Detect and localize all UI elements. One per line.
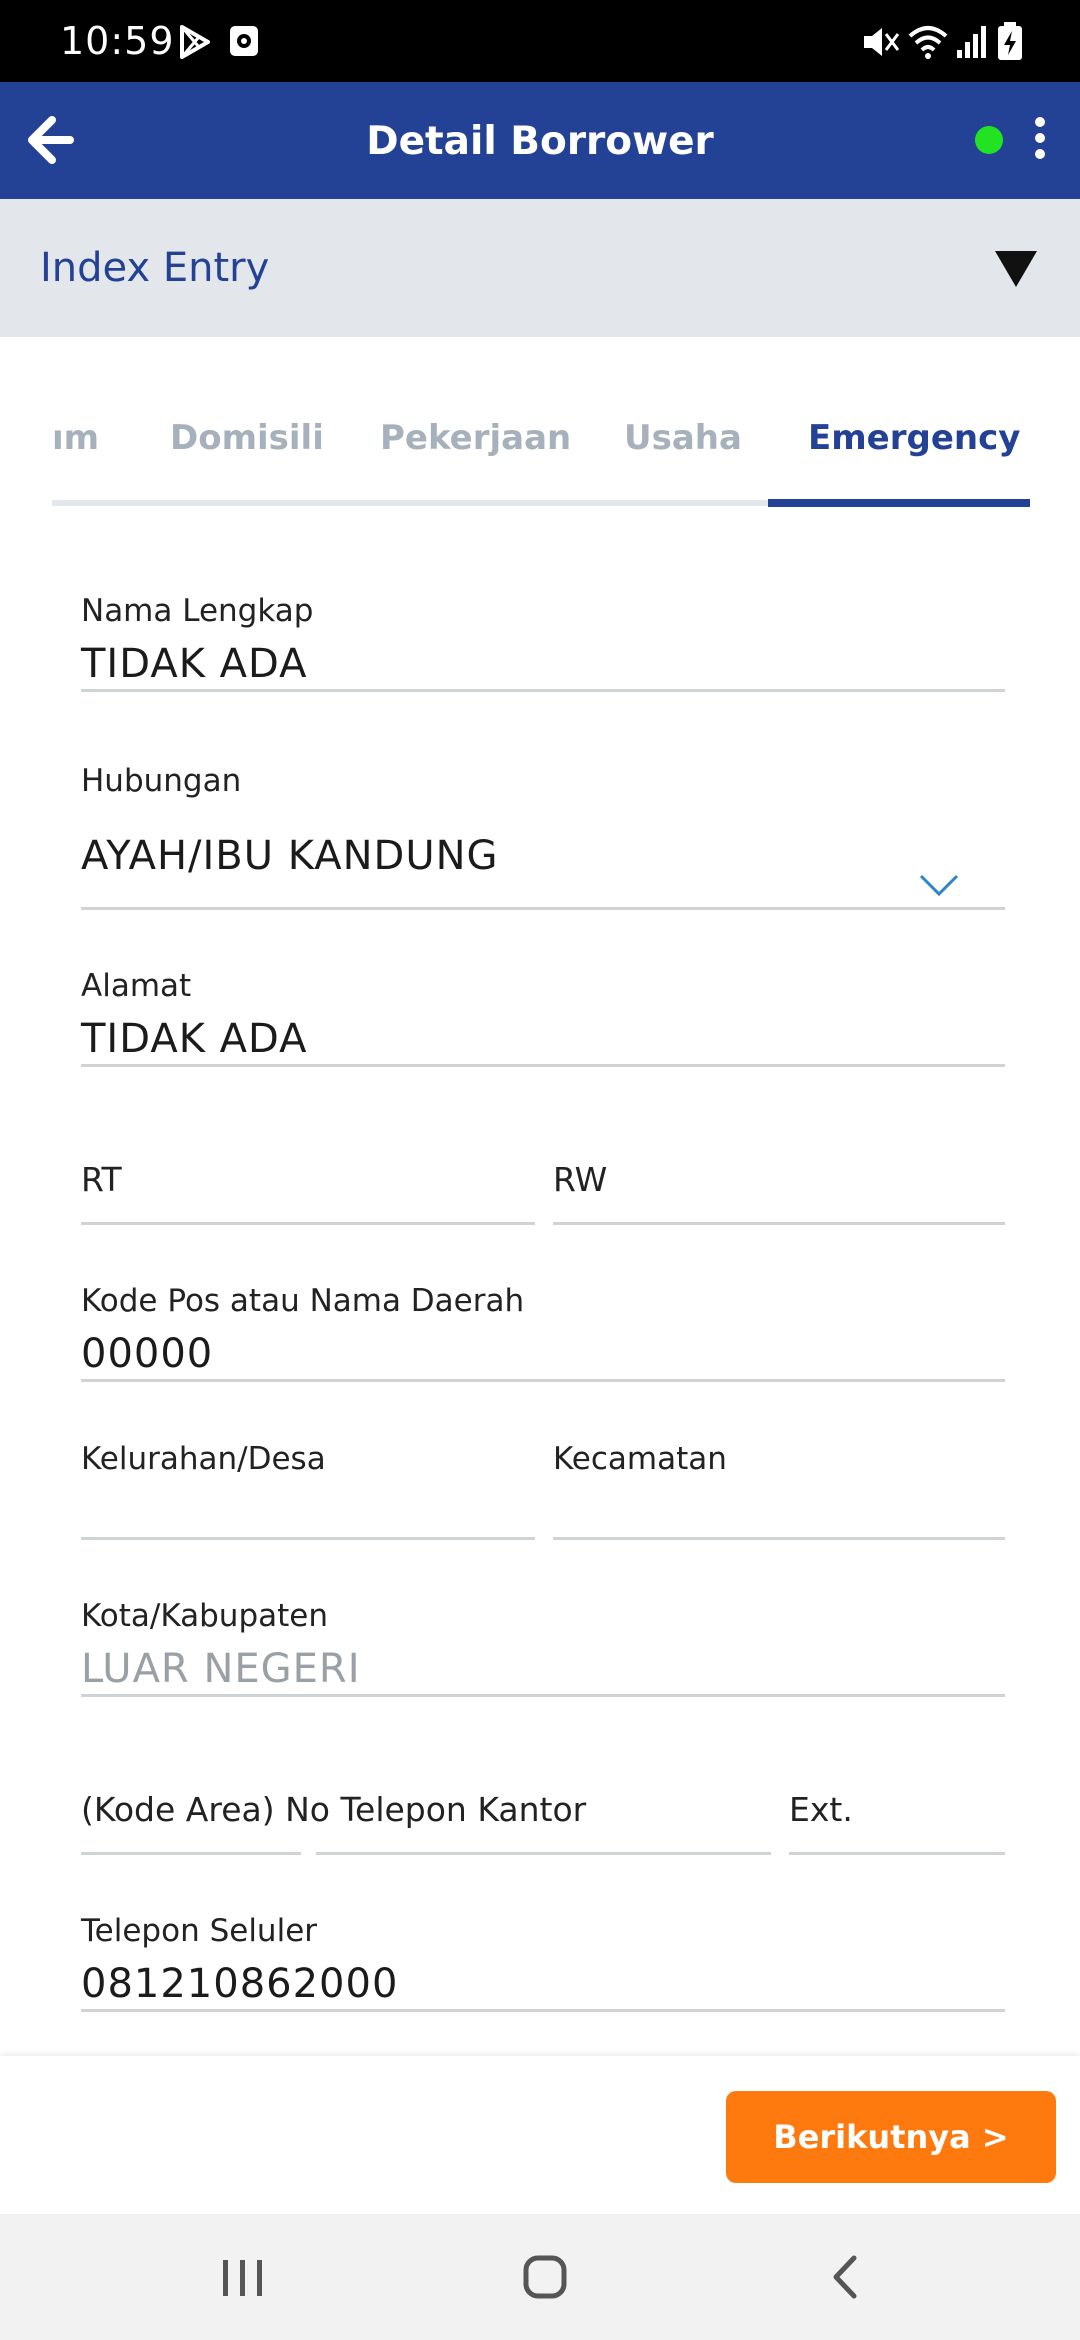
active-tab-indicator xyxy=(768,499,1030,507)
field-underline xyxy=(316,1852,771,1855)
nama-lengkap-label: Nama Lengkap xyxy=(81,593,314,629)
status-bar: 10:59 xyxy=(0,0,1080,82)
tab-previous[interactable]: ım xyxy=(52,417,99,459)
field-underline xyxy=(81,1222,535,1225)
kode-pos-label: Kode Pos atau Nama Daerah xyxy=(81,1283,525,1319)
alamat-field[interactable]: Alamat TIDAK ADA xyxy=(81,965,1005,1067)
nama-lengkap-value: TIDAK ADA xyxy=(81,641,308,687)
kecamatan-field[interactable]: Kecamatan xyxy=(553,1438,1005,1540)
home-icon[interactable] xyxy=(505,2244,585,2310)
page-title: Detail Borrower xyxy=(366,119,714,164)
kelurahan-label: Kelurahan/Desa xyxy=(81,1441,326,1477)
online-status-indicator xyxy=(975,126,1003,154)
kecamatan-label: Kecamatan xyxy=(553,1441,727,1477)
telepon-kantor-group: (Kode Area) No Telepon Kantor Ext. xyxy=(81,1785,1005,1855)
hubungan-value: AYAH/IBU KANDUNG xyxy=(81,833,499,879)
nama-lengkap-field[interactable]: Nama Lengkap TIDAK ADA xyxy=(81,590,1005,692)
field-underline xyxy=(81,2009,1005,2012)
kode-pos-value: 00000 xyxy=(81,1331,214,1377)
kota-field: Kota/Kabupaten LUAR NEGERI xyxy=(81,1595,1005,1697)
index-entry-title: Index Entry xyxy=(40,245,270,291)
status-time: 10:59 xyxy=(60,19,175,63)
tab-domisili[interactable]: Domisili xyxy=(170,417,324,459)
kode-pos-field[interactable]: Kode Pos atau Nama Daerah 00000 xyxy=(81,1280,1005,1382)
telepon-seluler-value: 081210862000 xyxy=(81,1961,399,2007)
recent-apps-icon[interactable] xyxy=(203,2244,283,2310)
next-button[interactable]: Berikutnya > xyxy=(726,2091,1056,2183)
field-underline xyxy=(81,907,1005,910)
system-nav-bar xyxy=(0,2214,1080,2340)
tab-usaha[interactable]: Usaha xyxy=(624,417,742,459)
triangle-down-icon[interactable] xyxy=(985,239,1047,297)
rt-label: RT xyxy=(81,1160,122,1199)
tab-emergency[interactable]: Emergency xyxy=(808,417,1020,459)
more-vertical-icon xyxy=(1035,117,1045,159)
field-underline xyxy=(81,1537,535,1540)
field-underline xyxy=(553,1222,1005,1225)
field-underline xyxy=(553,1537,1005,1540)
field-underline xyxy=(81,1852,301,1855)
battery-charging-icon xyxy=(998,22,1022,60)
field-underline xyxy=(81,1064,1005,1067)
field-underline xyxy=(81,1694,1005,1697)
play-store-icon xyxy=(180,25,210,59)
hubungan-dropdown[interactable]: Hubungan AYAH/IBU KANDUNG xyxy=(81,760,1005,910)
telepon-seluler-label: Telepon Seluler xyxy=(81,1913,318,1949)
signal-icon xyxy=(957,26,986,58)
tab-pekerjaan[interactable]: Pekerjaan xyxy=(380,417,571,459)
wifi-icon xyxy=(908,26,948,59)
mute-icon xyxy=(864,28,900,56)
kota-label: Kota/Kabupaten xyxy=(81,1598,329,1634)
rw-label: RW xyxy=(553,1160,608,1199)
telepon-seluler-field[interactable]: Telepon Seluler 081210862000 xyxy=(81,1910,1005,2012)
chevron-down-icon[interactable] xyxy=(917,870,961,900)
alamat-label: Alamat xyxy=(81,968,192,1004)
field-underline xyxy=(81,1379,1005,1382)
bottom-action-area: Berikutnya > xyxy=(0,2056,1080,2214)
section-tabs: ım Domisili Pekerjaan Usaha Emergency xyxy=(52,337,1030,509)
rt-field[interactable]: RT xyxy=(81,1155,535,1225)
app-bar: Detail Borrower xyxy=(0,82,1080,199)
field-underline xyxy=(789,1852,1005,1855)
hubungan-label: Hubungan xyxy=(81,763,242,799)
kelurahan-field[interactable]: Kelurahan/Desa xyxy=(81,1438,535,1540)
ext-input[interactable] xyxy=(789,1785,1005,1855)
telepon-kantor-input[interactable] xyxy=(316,1785,771,1855)
system-back-icon[interactable] xyxy=(808,2244,888,2310)
index-entry-header[interactable]: Index Entry xyxy=(0,199,1080,337)
kode-area-input[interactable] xyxy=(81,1785,301,1855)
kota-value: LUAR NEGERI xyxy=(81,1646,361,1692)
screenshot-icon xyxy=(230,26,258,56)
rw-field[interactable]: RW xyxy=(553,1155,1005,1225)
field-underline xyxy=(81,689,1005,692)
alamat-value: TIDAK ADA xyxy=(81,1016,308,1062)
more-options-button[interactable] xyxy=(1022,112,1058,172)
